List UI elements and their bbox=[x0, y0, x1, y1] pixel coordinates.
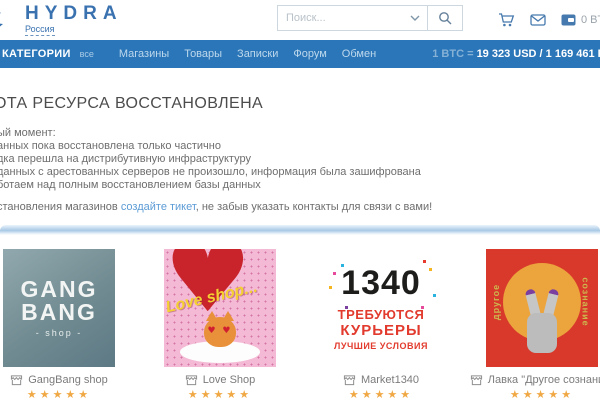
banner-text: ТРЕБУЮТСЯ bbox=[338, 307, 425, 322]
banner-text: сознание bbox=[580, 277, 590, 326]
banner-text: другое bbox=[491, 284, 501, 320]
shop-rating: ★★★★★ bbox=[27, 388, 91, 401]
nav-categories[interactable]: КАТЕГОРИИ bbox=[2, 48, 71, 60]
hand-shape bbox=[527, 313, 557, 353]
store-icon bbox=[185, 374, 198, 386]
shop-name[interactable]: Market1340 bbox=[361, 374, 419, 386]
announcement-intro: ый момент: bbox=[0, 127, 600, 140]
shop-card-lavka[interactable]: другое сознание Лавка "Другое сознание" … bbox=[486, 249, 598, 401]
logo[interactable]: HYDRA Россия bbox=[0, 4, 123, 36]
cart-icon[interactable] bbox=[498, 12, 515, 28]
banner-text: BANG bbox=[21, 301, 97, 324]
shop-banner-gangbang: GANG BANG - shop - bbox=[3, 249, 115, 367]
ticket-line: становления магазинов создайте тикет, не… bbox=[0, 201, 600, 213]
search-box bbox=[277, 5, 463, 31]
shops-panel-top-border bbox=[0, 225, 600, 235]
nav-all[interactable]: все bbox=[80, 49, 94, 59]
chevron-down-icon[interactable] bbox=[410, 15, 420, 21]
shop-card-loveshop[interactable]: ♥ Love shop... ♥ ♥ Love Shop ★★★★★ bbox=[164, 249, 276, 401]
nav-item-forum[interactable]: Форум bbox=[293, 48, 326, 60]
confetti-decoration bbox=[333, 272, 336, 275]
banner-text: 1340 bbox=[341, 266, 421, 300]
search-icon bbox=[438, 11, 452, 25]
logo-region[interactable]: Россия bbox=[25, 24, 55, 36]
shops-row: GANG BANG - shop - GangBang shop ★★★★★ ♥… bbox=[0, 235, 600, 401]
store-icon bbox=[10, 374, 23, 386]
header-icons: 0 BTC ewqqwer bbox=[498, 0, 600, 40]
announcement-bullet: дка перешла на дистрибутивную инфраструк… bbox=[0, 153, 600, 166]
announcement-bullet: ботаем над полным восстановлением базы д… bbox=[0, 179, 600, 192]
announcement-bullet: данных с арестованных серверов не произо… bbox=[0, 166, 600, 179]
shop-rating: ★★★★★ bbox=[510, 388, 574, 401]
shop-banner-loveshop: ♥ Love shop... ♥ ♥ bbox=[164, 249, 276, 367]
banner-text: GANG bbox=[21, 278, 98, 301]
nav-item-notes[interactable]: Записки bbox=[237, 48, 278, 60]
page-title: ОТА РЕСУРСА ВОССТАНОВЛЕНА bbox=[0, 95, 600, 113]
wallet-icon[interactable] bbox=[561, 14, 576, 26]
banner-text: КУРЬЕРЫ bbox=[340, 322, 421, 339]
nav-item-shops[interactable]: Магазины bbox=[119, 48, 169, 60]
logo-title: HYDRA bbox=[25, 4, 123, 24]
wallet-balance[interactable]: 0 BTC bbox=[581, 14, 600, 26]
shop-name[interactable]: Лавка "Другое сознание" bbox=[488, 374, 600, 386]
announcement-section: ОТА РЕСУРСА ВОССТАНОВЛЕНА ый момент: анн… bbox=[0, 95, 600, 213]
store-icon bbox=[343, 374, 356, 386]
search-button[interactable] bbox=[427, 6, 462, 30]
store-icon bbox=[470, 374, 483, 386]
announcement-text: ый момент: анных пока восстановлена толь… bbox=[0, 127, 600, 192]
banner-text: ЛУЧШИЕ УСЛОВИЯ bbox=[334, 341, 428, 351]
banner-text: - shop - bbox=[36, 328, 83, 338]
shop-card-market1340[interactable]: 1340 ТРЕБУЮТСЯ КУРЬЕРЫ ЛУЧШИЕ УСЛОВИЯ Ma… bbox=[325, 249, 437, 401]
shop-card-gangbang[interactable]: GANG BANG - shop - GangBang shop ★★★★★ bbox=[3, 249, 115, 401]
hydra-logo-icon bbox=[0, 10, 13, 36]
btc-rate-prefix: 1 BTC = bbox=[432, 48, 473, 60]
btc-rate-value: 19 323 USD / 1 169 461 Р bbox=[477, 48, 600, 60]
cat-shape: ♥ ♥ bbox=[204, 317, 236, 347]
shop-name[interactable]: GangBang shop bbox=[28, 374, 108, 386]
ticket-text-before: становления магазинов bbox=[0, 201, 121, 213]
shop-banner-market1340: 1340 ТРЕБУЮТСЯ КУРЬЕРЫ ЛУЧШИЕ УСЛОВИЯ bbox=[325, 249, 437, 367]
shop-banner-lavka: другое сознание bbox=[486, 249, 598, 367]
search-input[interactable] bbox=[278, 12, 408, 24]
nav-item-exchange[interactable]: Обмен bbox=[342, 48, 376, 60]
create-ticket-link[interactable]: создайте тикет bbox=[121, 201, 196, 213]
shop-rating: ★★★★★ bbox=[188, 388, 252, 401]
shop-rating: ★★★★★ bbox=[349, 388, 413, 401]
announcement-bullet: анных пока восстановлена только частично bbox=[0, 140, 600, 153]
mail-icon[interactable] bbox=[530, 14, 546, 26]
main-nav: КАТЕГОРИИ все Магазины Товары Записки Фо… bbox=[0, 40, 600, 68]
btc-rate: 1 BTC = 19 323 USD / 1 169 461 Р bbox=[432, 48, 600, 60]
ticket-text-after: , не забыв указать контакты для связи с … bbox=[196, 201, 432, 213]
shop-name[interactable]: Love Shop bbox=[203, 374, 256, 386]
header: HYDRA Россия bbox=[0, 0, 600, 40]
nav-item-goods[interactable]: Товары bbox=[184, 48, 222, 60]
